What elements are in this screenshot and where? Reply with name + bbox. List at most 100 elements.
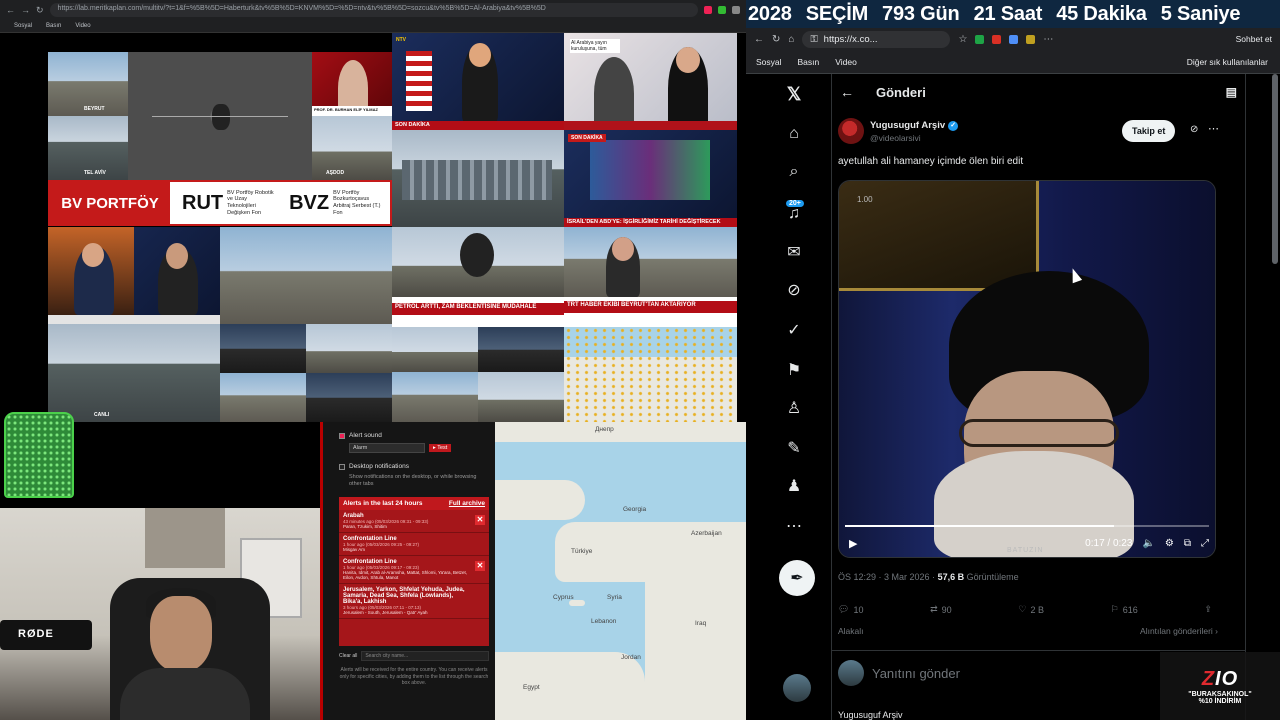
reply-input[interactable]: Yanıtını gönder — [872, 666, 960, 681]
profile-icon[interactable]: ♟ — [784, 476, 804, 496]
share-button[interactable]: ⇪ — [1204, 604, 1212, 615]
author-avatar[interactable] — [838, 118, 864, 144]
alert-item[interactable]: Confrontation Line 1 hour ago (05/03/202… — [339, 533, 489, 557]
test-button[interactable]: ▸ Test — [429, 444, 452, 452]
account-avatar[interactable] — [783, 674, 811, 702]
back-icon[interactable]: ← — [754, 34, 764, 45]
full-archive-link[interactable]: Full archive — [449, 500, 485, 507]
star-icon[interactable]: ☆ — [958, 34, 967, 45]
tv-tile-alarabiya[interactable]: Al Arabiya yayın kuruluşuna, tüm — [564, 33, 737, 130]
tv-tile-cam2[interactable] — [306, 324, 392, 373]
sound-select[interactable]: Alarm — [349, 443, 425, 453]
x-logo-icon[interactable]: 𝕏 — [784, 84, 804, 104]
bookmark-basin[interactable]: Basın — [46, 23, 61, 29]
bookmark-video[interactable]: Video — [835, 57, 857, 67]
tv-tile-ashdod[interactable]: AŞDOD — [312, 116, 392, 180]
author-handle[interactable]: @videolarsivi — [870, 133, 921, 143]
compose-button[interactable]: ✒ — [779, 560, 815, 596]
more-icon[interactable]: ⋯ — [1043, 34, 1053, 45]
tv-tile-cam1[interactable] — [220, 324, 306, 373]
settings-icon[interactable]: ⚙ — [1165, 538, 1174, 549]
extension-icon[interactable] — [732, 6, 740, 14]
tv-tile-jerusalem[interactable]: CANLI — [48, 324, 220, 422]
search-icon[interactable]: ⌕ — [784, 162, 804, 182]
tv-tile-cam8[interactable] — [478, 372, 564, 422]
city-search-input[interactable]: Search city name... — [361, 651, 489, 662]
tv-tile-petrol[interactable]: PETROL ARTTI, ZAM BEKLENTİSİNE MÜDAHALE — [392, 297, 564, 327]
more-icon[interactable]: ⋯ — [784, 516, 804, 536]
tv-tile-trt[interactable] — [564, 227, 737, 297]
video-player[interactable]: 1.00 ▶ 0:17 / 0:23 🔈 ⚙ ⧉ ⤢ BATUZIN — [838, 180, 1216, 558]
clear-all-button[interactable]: Clear all — [339, 653, 357, 659]
bookmark-video[interactable]: Video — [75, 23, 90, 29]
pip-icon[interactable]: ⧉ — [1184, 538, 1191, 549]
desktop-checkbox[interactable] — [339, 463, 345, 470]
bookmark-basin[interactable]: Basın — [798, 57, 820, 67]
home-icon[interactable]: ⌂ — [784, 124, 804, 144]
bookmark-sosyal[interactable]: Sosyal — [756, 57, 782, 67]
back-arrow-icon[interactable]: ← — [840, 84, 854, 100]
tv-tile-trt-ticker[interactable]: TRT HABER EKİBİ BEYRUT'TAN AKTARIYOR — [564, 297, 737, 327]
like-button[interactable]: ♡ 2 B — [1018, 604, 1044, 615]
tv-tile-trump[interactable]: NTV SON DAKİKA — [392, 33, 564, 130]
left-address-bar[interactable]: https://lab.meritkaplan.com/multitv/?t=1… — [49, 3, 698, 17]
alert-sound-checkbox[interactable] — [339, 432, 345, 439]
reply-button[interactable]: 💬︎ 10 — [838, 604, 863, 615]
tv-tile-cam7[interactable] — [392, 372, 478, 422]
alert-item[interactable]: Confrontation Line 1 hour ago (05/03/202… — [339, 556, 489, 585]
home-icon[interactable]: ⌂ — [788, 34, 794, 45]
next-reply-author[interactable]: Yugusuguf Arşiv — [838, 710, 903, 720]
jobs-icon[interactable]: ♙ — [784, 398, 804, 418]
more-options-icon[interactable]: ⋯ — [1208, 122, 1219, 135]
tv-tile-studio[interactable]: SON DAKİKA İSRAİL'DEN ABD'YE: İŞGİRLİĞİM… — [564, 130, 737, 227]
other-bookmarks[interactable]: Diğer sık kullanılanlar — [1187, 57, 1268, 67]
communities-icon[interactable]: ✎ — [784, 438, 804, 458]
author-name-row[interactable]: Yugusuguf Arşiv ✓ — [870, 120, 959, 131]
back-icon[interactable]: ← — [6, 5, 15, 15]
verified-icon[interactable]: ✓ — [784, 320, 804, 340]
bookmark-sosyal[interactable]: Sosyal — [14, 23, 32, 29]
play-icon[interactable]: ▶ — [849, 537, 857, 550]
mail-icon[interactable]: ✉ — [784, 242, 804, 262]
tv-tile-smoke[interactable] — [392, 227, 564, 297]
right-address-bar[interactable]: ⚿ https://x.co... — [802, 30, 951, 48]
reload-icon[interactable]: ↻ — [772, 34, 780, 45]
tv-tile-cam5[interactable] — [392, 327, 478, 372]
extension-icon[interactable] — [1009, 34, 1019, 44]
volume-icon[interactable]: 🔈 — [1142, 538, 1154, 549]
tv-tile-flight-map[interactable] — [564, 327, 737, 422]
tv-tile-telaviv[interactable]: TEL AVİV — [48, 116, 128, 180]
fullscreen-icon[interactable]: ⤢ — [1201, 538, 1209, 549]
tv-tile-cam4[interactable] — [306, 373, 392, 422]
repost-button[interactable]: ⇄ 90 — [930, 604, 952, 615]
reload-icon[interactable]: ↻ — [36, 5, 44, 16]
tv-tile-beirut[interactable]: BEYRUT — [48, 52, 128, 116]
extension-icon[interactable] — [718, 6, 726, 14]
follow-button[interactable]: Takip et — [1122, 120, 1176, 142]
alert-item[interactable]: Arabah 43 minutes ago (05/03/2026 09:31 … — [339, 510, 489, 534]
quotes-link[interactable]: Alıntılan gönderileri › — [1140, 626, 1218, 636]
tv-tile-cam6[interactable] — [478, 327, 564, 372]
tv-tile-aljazeera[interactable] — [48, 227, 220, 324]
grok-icon[interactable]: ⊘ — [784, 280, 804, 300]
sort-dropdown[interactable]: Alakalı — [838, 626, 864, 636]
tv-tile-cam3[interactable] — [220, 373, 306, 422]
scrollbar-thumb[interactable] — [1272, 74, 1278, 264]
extension-icon[interactable] — [704, 6, 712, 14]
tv-tile-haifa[interactable] — [220, 227, 392, 324]
alert-item[interactable]: Jerusalem, Yarkon, Shfelat Yehuda, Judea… — [339, 584, 489, 620]
chat-button[interactable]: Sohbet et — [1236, 34, 1272, 44]
extension-icon[interactable] — [975, 34, 985, 44]
region-map[interactable]: Днепр Georgia Azerbaijan Türkiye Cyprus … — [495, 422, 746, 720]
grok-icon[interactable]: ⊘ — [1190, 124, 1198, 135]
bell-icon[interactable]: ♫ — [784, 204, 804, 224]
tv-tile-skyline[interactable] — [392, 130, 564, 227]
extension-icon[interactable] — [992, 34, 1002, 44]
bookmark-icon[interactable]: ⚑ — [784, 360, 804, 380]
video-progress-bar[interactable] — [845, 525, 1209, 527]
reader-icon[interactable]: ▤ — [1226, 85, 1237, 99]
tv-tile-targeting[interactable] — [128, 52, 312, 180]
extension-icon[interactable] — [1026, 34, 1036, 44]
bookmark-button[interactable]: ⚐ 616 — [1111, 604, 1138, 615]
tv-tile-guest[interactable]: PROF. DR. BURHAN ELİF YILMAZ — [312, 52, 392, 116]
